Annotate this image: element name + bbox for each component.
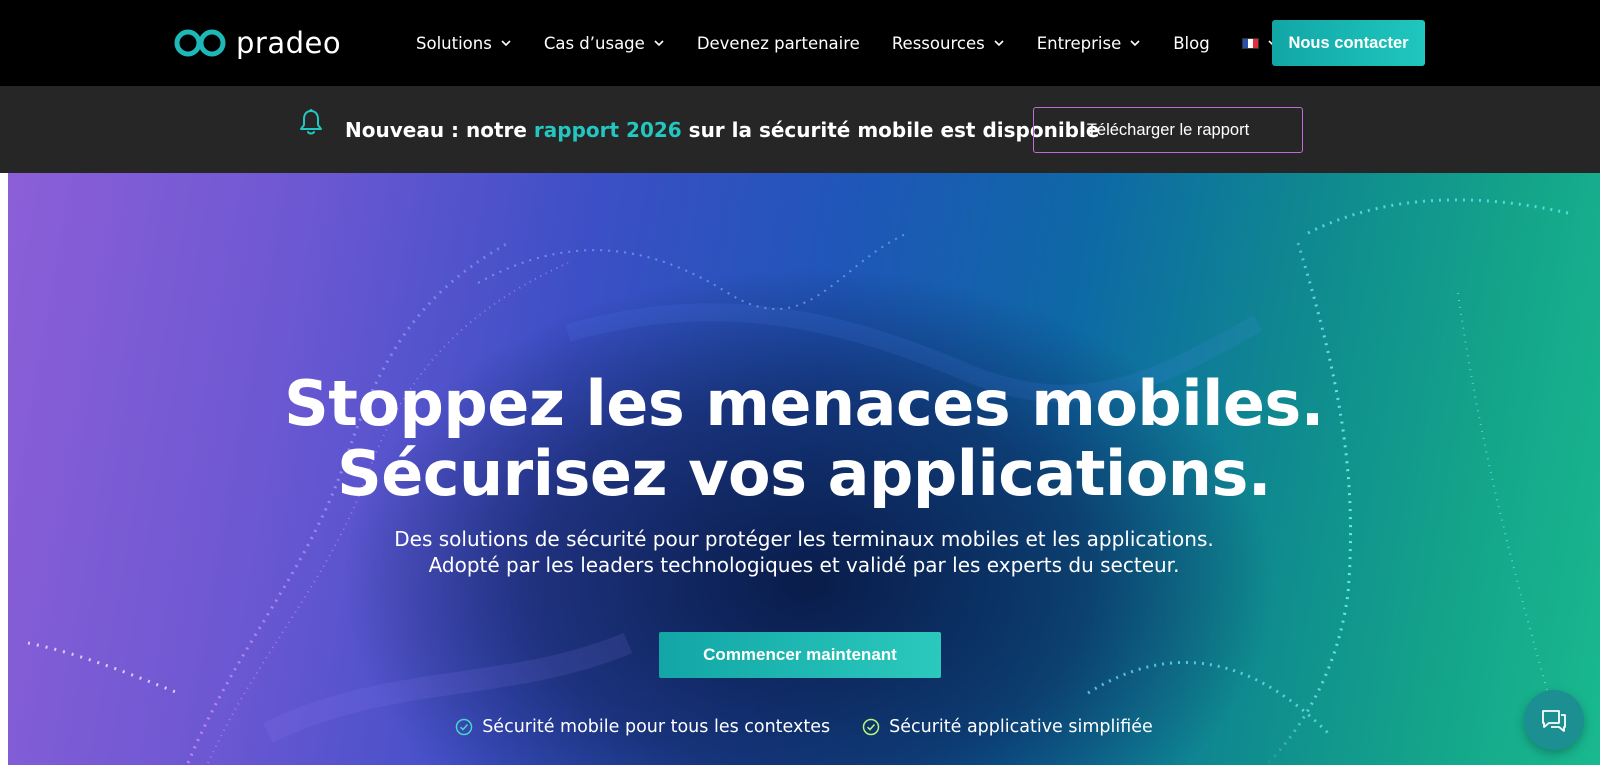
- feature-item: Sécurité applicative simplifiée: [862, 717, 1153, 737]
- feature-label: Sécurité applicative simplifiée: [889, 717, 1153, 737]
- chat-widget-button[interactable]: [1524, 690, 1584, 750]
- french-flag-icon: [1241, 37, 1259, 49]
- top-navigation: pradeo Solutions Cas d’usage Devenez par…: [0, 0, 1600, 86]
- check-circle-icon: [455, 718, 473, 736]
- bell-icon: [300, 109, 322, 135]
- check-circle-icon: [862, 718, 880, 736]
- hero-title-line-1: Stoppez les menaces mobiles.: [284, 367, 1324, 440]
- chevron-down-icon: [501, 40, 511, 47]
- announcement-highlight[interactable]: rapport 2026: [534, 118, 682, 142]
- hero-subtitle: Des solutions de sécurité pour protéger …: [8, 526, 1600, 578]
- hero-features: Sécurité mobile pour tous les contextes …: [8, 717, 1600, 737]
- announcement-text: Nouveau : notre rapport 2026 sur la sécu…: [345, 118, 1099, 142]
- nav-item-label: Cas d’usage: [543, 33, 645, 53]
- chat-icon: [1542, 710, 1566, 732]
- nav-item-blog[interactable]: Blog: [1173, 34, 1209, 53]
- nav-item-cas-usage[interactable]: Cas d’usage: [544, 34, 665, 53]
- main-menu: Solutions Cas d’usage Devenez partenaire…: [416, 30, 1279, 56]
- nav-item-entreprise[interactable]: Entreprise: [1037, 34, 1142, 53]
- nav-item-label: Ressources: [891, 33, 985, 53]
- nav-item-solutions[interactable]: Solutions: [416, 34, 512, 53]
- download-report-button[interactable]: Télécharger le rapport: [1033, 107, 1303, 153]
- hero-subtitle-line-2: Adopté par les leaders technologiques et…: [428, 553, 1180, 577]
- start-now-button[interactable]: Commencer maintenant: [659, 632, 941, 678]
- pradeo-logo[interactable]: pradeo: [174, 26, 341, 60]
- hero-section: Stoppez les menaces mobiles. Sécurisez v…: [8, 173, 1600, 765]
- nav-item-label: Blog: [1173, 33, 1210, 53]
- nav-item-label: Devenez partenaire: [696, 33, 860, 53]
- brand-name: pradeo: [236, 26, 342, 60]
- announcement-text-before: Nouveau : notre: [345, 118, 534, 142]
- contact-button[interactable]: Nous contacter: [1272, 20, 1425, 66]
- feature-label: Sécurité mobile pour tous les contextes: [482, 717, 831, 737]
- feature-item: Sécurité mobile pour tous les contextes: [455, 717, 830, 737]
- chevron-down-icon: [1130, 40, 1140, 47]
- chevron-down-icon: [654, 40, 664, 47]
- nav-item-partenaire[interactable]: Devenez partenaire: [697, 34, 860, 53]
- hero-subtitle-line-1: Des solutions de sécurité pour protéger …: [394, 527, 1214, 551]
- hero-title: Stoppez les menaces mobiles. Sécurisez v…: [8, 369, 1600, 509]
- nav-item-label: Entreprise: [1036, 33, 1122, 53]
- nav-item-label: Solutions: [416, 33, 492, 53]
- hero-title-line-2: Sécurisez vos applications.: [337, 437, 1271, 510]
- chevron-down-icon: [994, 40, 1004, 47]
- infinity-logo-icon: [174, 29, 226, 57]
- nav-item-ressources[interactable]: Ressources: [892, 34, 1005, 53]
